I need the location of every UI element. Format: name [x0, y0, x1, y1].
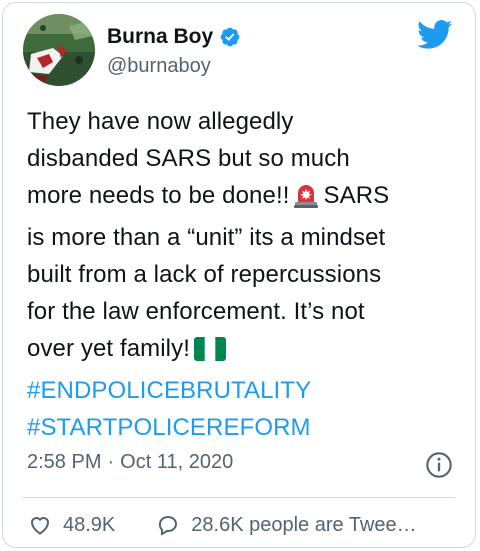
tweet-card[interactable]: Burna Boy @burnaboy They have now allege…	[2, 2, 476, 548]
tweet-timestamp[interactable]: 2:58 PM · Oct 11, 2020	[27, 451, 233, 474]
tweet-time[interactable]: 2:58 PM	[27, 451, 101, 474]
tweet-line: is more than a “unit” its a mindset	[27, 224, 386, 251]
divider	[23, 497, 455, 498]
twitter-bird-icon[interactable]	[417, 19, 453, 51]
like-button[interactable]: 48.9K	[27, 513, 115, 537]
tweet-date[interactable]: Oct 11, 2020	[120, 451, 233, 474]
tweet-text: They have now allegedly disbanded SARS b…	[27, 103, 467, 446]
author-handle[interactable]: @burnaboy	[107, 55, 211, 78]
reply-count-label: 28.6K people are Twee…	[191, 513, 417, 536]
author-row[interactable]: Burna Boy	[107, 23, 241, 51]
heart-icon	[30, 517, 50, 535]
author-name[interactable]: Burna Boy	[107, 25, 213, 49]
hashtag-link[interactable]: #STARTPOLICEREFORM	[27, 409, 467, 446]
tweet-line: for the law enforcement. It’s not	[27, 298, 365, 325]
avatar-image	[23, 14, 95, 86]
tweet-line: built from a lack of repercussions	[27, 261, 382, 288]
reply-button[interactable]: 28.6K people are Twee…	[155, 513, 417, 537]
nigeria-flag-emoji	[193, 335, 226, 372]
hashtag-link[interactable]: #ENDPOLICEBRUTALITY	[27, 372, 467, 409]
speech-bubble-icon	[159, 516, 178, 536]
tweet-actions: 48.9K 28.6K people are Twee…	[27, 511, 417, 539]
tweet-line-text: more needs to be done!!	[27, 182, 290, 209]
avatar[interactable]	[23, 14, 95, 86]
police-light-emoji	[293, 182, 319, 219]
tweet-line: They have now allegedly	[27, 108, 294, 135]
verified-badge-icon	[220, 27, 240, 47]
tweet-line-text: over yet family!	[27, 335, 190, 362]
tweet-line-text: SARS	[323, 182, 390, 209]
like-count: 48.9K	[63, 513, 116, 536]
tweet-line: disbanded SARS but so much	[27, 145, 350, 172]
tweet-line: over yet family!	[27, 330, 467, 372]
info-icon[interactable]	[425, 451, 453, 479]
separator: ·	[107, 451, 115, 473]
tweet-line: more needs to be done!! SARS	[27, 177, 467, 219]
